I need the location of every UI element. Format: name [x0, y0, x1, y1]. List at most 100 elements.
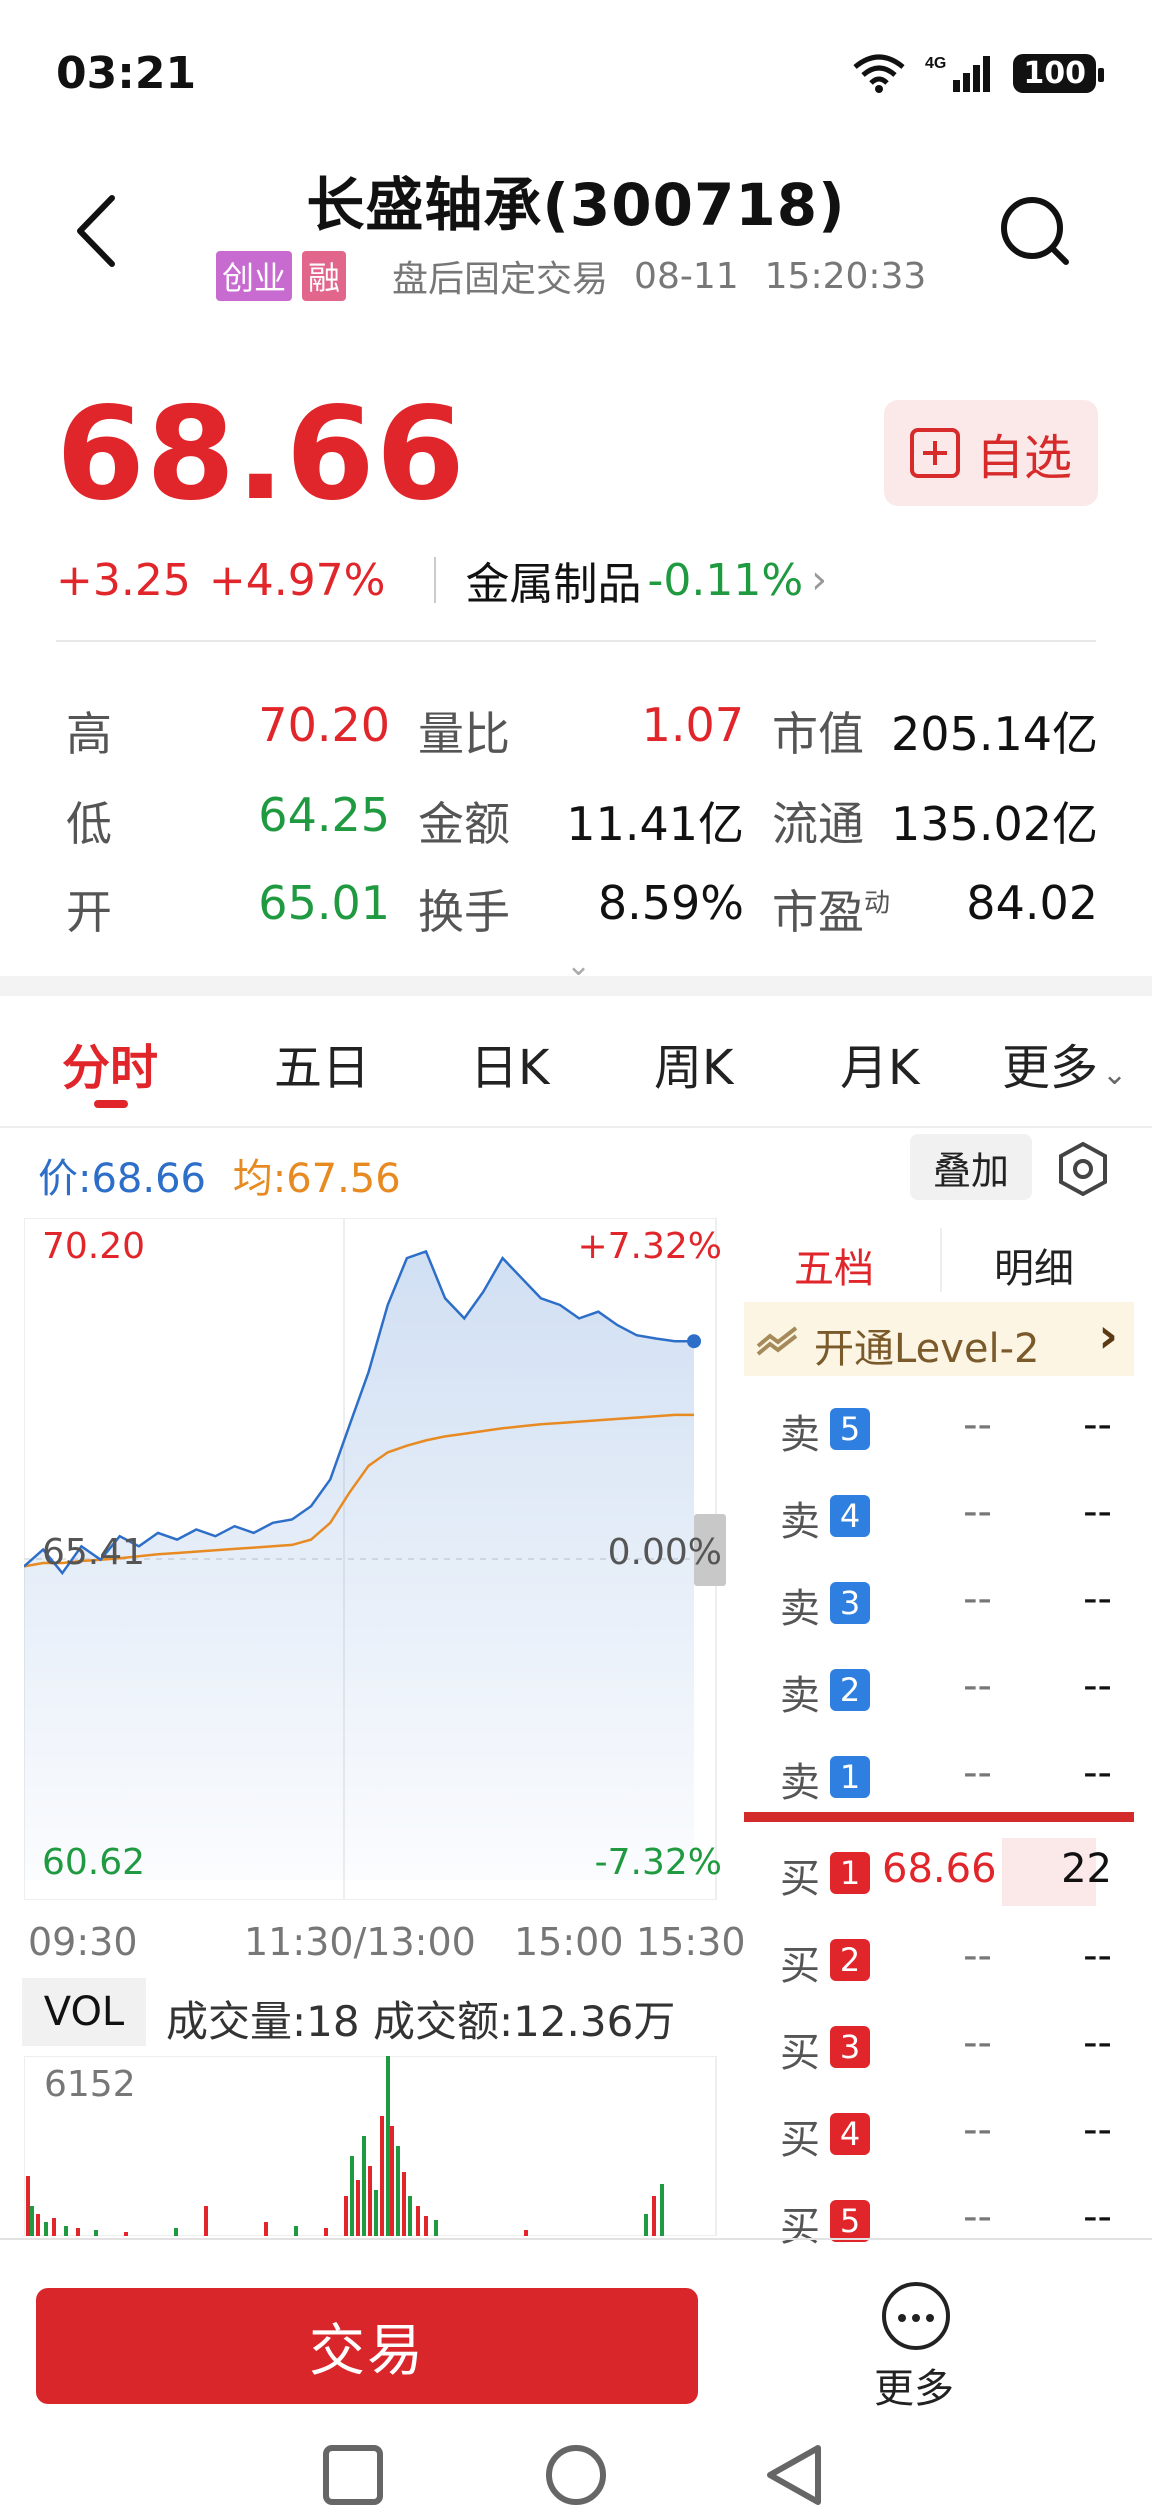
volume-bar	[396, 2146, 400, 2236]
price-change-row: +3.25 +4.97% 金属制品 -0.11% ›	[56, 548, 827, 612]
ask-price: --	[963, 1663, 992, 1709]
tab-0[interactable]: 分时	[62, 1028, 158, 1098]
pct-bottom-label: -7.32%	[594, 1842, 722, 1883]
ask-side-label: 卖	[780, 1760, 820, 1806]
bid-row[interactable]: 买 3 -- --	[744, 2006, 1134, 2086]
level2-banner[interactable]: 开通Level-2 ›	[744, 1302, 1134, 1376]
volume-bar	[434, 2220, 438, 2236]
pct-mid-label: 0.00%	[607, 1532, 722, 1573]
stat-value: 135.02亿	[891, 797, 1098, 851]
stock-title: 长盛轴承(300718)	[306, 171, 846, 239]
volume-bar	[344, 2196, 348, 2236]
divider	[0, 2238, 1152, 2240]
tab-five-levels[interactable]: 五档	[794, 1236, 874, 1294]
volume-bar	[26, 2176, 30, 2236]
bid-side-label: 买	[780, 1943, 820, 1989]
chart-tabs: 分时 五日 日K 周K 月K 更多 ⌄	[0, 1020, 1152, 1120]
bid-level-badge: 2	[830, 1939, 870, 1981]
stat-label: 开	[66, 885, 112, 939]
ask-volume: --	[1083, 1576, 1112, 1622]
bid-price: --	[963, 2107, 992, 2153]
system-nav-bar	[323, 2445, 821, 2505]
bid-side-label: 买	[780, 2204, 820, 2250]
y-axis-top-label: 70.20	[42, 1226, 146, 1267]
volume-bar	[294, 2226, 298, 2236]
ask-volume: --	[1083, 1663, 1112, 1709]
overlay-button[interactable]: 叠加	[910, 1134, 1032, 1200]
bid-level-badge: 5	[830, 2200, 870, 2242]
volume-bar	[174, 2228, 178, 2236]
volume-bar	[264, 2222, 268, 2236]
active-tab-indicator	[94, 1100, 128, 1108]
stat-label: 金额	[418, 797, 510, 851]
back-nav-icon[interactable]	[767, 2445, 821, 2505]
volume-bar	[660, 2184, 664, 2236]
chevron-right-icon[interactable]: ›	[811, 557, 827, 603]
chevron-right-icon: ›	[1098, 1308, 1118, 1364]
trend-icon	[756, 1326, 798, 1356]
ask-row[interactable]: 卖 2 -- --	[744, 1649, 1134, 1729]
volume-indicator-button[interactable]: VOL	[22, 1978, 146, 2046]
stat-label: 市值	[772, 707, 864, 761]
add-watchlist-button[interactable]: 自选	[884, 400, 1098, 506]
price-legend: 价:68.66	[38, 1156, 206, 1202]
ask-volume: --	[1083, 1402, 1112, 1448]
tab-5[interactable]: 更多 ⌄	[1002, 1028, 1127, 1098]
ask-row[interactable]: 卖 1 -- --	[744, 1736, 1134, 1816]
tab-3[interactable]: 周K	[654, 1028, 733, 1098]
watch-label: 自选	[975, 430, 1072, 486]
add-box-icon	[909, 428, 960, 478]
ask-level-badge: 3	[830, 1582, 870, 1624]
more-dots-icon[interactable]	[882, 2282, 950, 2350]
volume-bar	[374, 2190, 378, 2236]
bid-row[interactable]: 买 2 -- --	[744, 1919, 1134, 1999]
volume-bar	[124, 2232, 128, 2236]
stat-label: 量比	[418, 707, 510, 761]
volume-bar	[362, 2136, 366, 2236]
ask-volume: --	[1083, 1489, 1112, 1535]
sector-link[interactable]: 金属制品	[466, 548, 642, 612]
settings-hexagon-icon[interactable]	[1054, 1140, 1112, 1198]
bid-side-label: 买	[780, 1856, 820, 1902]
battery-indicator: 100	[1013, 53, 1104, 93]
quote-subline: 创业 融 盘后固定交易 08-11 15:20:33	[216, 250, 926, 302]
chevron-down-icon: ⌄	[1102, 1057, 1128, 1092]
divider	[0, 1126, 1152, 1128]
ask-price: --	[963, 1489, 992, 1535]
divider	[56, 640, 1096, 642]
ask-row[interactable]: 卖 3 -- --	[744, 1562, 1134, 1642]
volume-bar	[64, 2226, 68, 2236]
tab-1[interactable]: 五日	[274, 1028, 370, 1098]
bid-row[interactable]: 买 5 -- --	[744, 2180, 1134, 2260]
bid-row[interactable]: 买 4 -- --	[744, 2093, 1134, 2173]
home-icon[interactable]	[546, 2445, 606, 2505]
ask-side-label: 卖	[780, 1499, 820, 1545]
stat-value: 1.07	[641, 698, 744, 752]
stat-value: 65.01	[258, 876, 390, 930]
last-price-dot	[687, 1334, 701, 1349]
search-icon[interactable]	[996, 192, 1074, 270]
ask-volume: --	[1083, 1750, 1112, 1796]
bid-price: --	[963, 2194, 992, 2240]
tab-details[interactable]: 明细	[994, 1236, 1074, 1294]
bid-price: --	[963, 1933, 992, 1979]
stat-label-superscript: 动	[864, 888, 891, 919]
trade-button[interactable]: 交易	[36, 2288, 698, 2404]
bid-price: 68.66	[882, 1846, 997, 1892]
stat-label: 低	[66, 797, 112, 851]
tab-4[interactable]: 月K	[840, 1028, 919, 1098]
time-axis-label: 15:00	[514, 1920, 624, 1964]
divider	[433, 557, 436, 603]
ask-row[interactable]: 卖 5 -- --	[744, 1388, 1134, 1468]
last-price: 68.66	[56, 380, 466, 529]
ask-row[interactable]: 卖 4 -- --	[744, 1475, 1134, 1555]
tab-2[interactable]: 日K	[470, 1028, 549, 1098]
more-label[interactable]: 更多	[874, 2356, 954, 2414]
bid-level-badge: 4	[830, 2113, 870, 2155]
y-axis-bottom-label: 60.62	[42, 1842, 146, 1883]
recent-apps-icon[interactable]	[323, 2445, 383, 2505]
status-icons: 4G 100	[851, 52, 1104, 94]
wifi-icon	[851, 53, 907, 93]
bid-price: --	[963, 2020, 992, 2066]
bid-row[interactable]: 买 1 68.66 22	[744, 1832, 1134, 1912]
